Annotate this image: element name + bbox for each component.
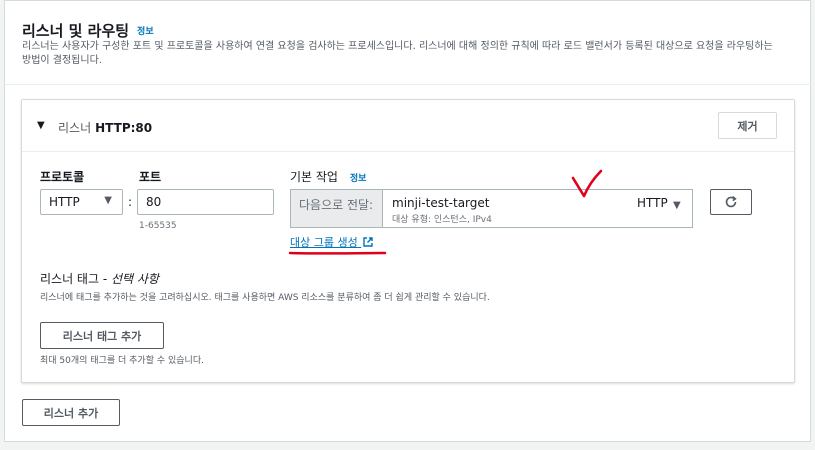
section-header: 리스너 및 라우팅 정보 리스너는 사용자가 구성한 포트 및 프로토콜을 사용하… — [4, 0, 811, 85]
section-description: 리스너는 사용자가 구성한 포트 및 프로토콜을 사용하여 연결 요청을 검사하… — [22, 41, 773, 66]
port-input[interactable]: 80 — [137, 189, 274, 215]
caret-down-icon: ▼ — [673, 200, 681, 211]
protocol-select[interactable]: HTTP ▼ — [40, 189, 123, 215]
protocol-value: HTTP — [49, 195, 80, 209]
target-group-select[interactable]: minji-test-target 대상 유형: 인스턴스, IPv4 HTTP… — [382, 189, 693, 228]
section-title-text: 리스너 및 라우팅 — [22, 22, 130, 40]
create-target-group-text: 대상 그룹 생성 — [290, 236, 358, 249]
listener-label: 리스너 — [58, 121, 92, 135]
tags-title-text: 리스너 태그 - — [40, 272, 111, 286]
info-link[interactable]: 정보 — [137, 27, 154, 37]
target-sub: 대상 유형: 인스턴스, IPv4 — [392, 215, 492, 225]
tags-optional: 선택 사항 — [110, 272, 159, 286]
listener-card-header: ▼ 리스너 HTTP:80 제거 — [22, 100, 794, 152]
add-listener-tag-button[interactable]: 리스너 태그 추가 — [40, 322, 164, 349]
remove-button[interactable]: 제거 — [718, 112, 777, 139]
refresh-button[interactable] — [710, 189, 752, 215]
target-name: minji-test-target — [392, 196, 490, 210]
tag-limit-hint: 최대 50개의 태그를 더 추가할 수 있습니다. — [40, 356, 204, 366]
listener-card: ▼ 리스너 HTTP:80 제거 프로토콜 HTTP ▼ : 포트 80 1-65… — [21, 99, 795, 383]
protocol-label: 프로토콜 — [40, 170, 85, 184]
caret-down-icon[interactable]: ▼ — [37, 120, 45, 131]
default-action-text: 기본 작업 — [290, 170, 338, 184]
default-action-info[interactable]: 정보 — [350, 174, 367, 184]
annotation-underline — [288, 251, 387, 255]
forward-prefix: 다음으로 전달: — [290, 189, 382, 228]
section-title: 리스너 및 라우팅 정보 — [22, 20, 154, 41]
external-link-icon — [363, 237, 373, 247]
port-hint: 1-65535 — [139, 221, 177, 231]
listener-tags-title: 리스너 태그 - 선택 사항 — [40, 270, 159, 287]
colon-separator: : — [128, 195, 133, 209]
caret-down-icon: ▼ — [104, 195, 112, 206]
annotation-checkmark — [571, 169, 603, 198]
listener-title[interactable]: 리스너 HTTP:80 — [58, 119, 152, 136]
refresh-icon — [725, 195, 737, 208]
listener-name: HTTP:80 — [95, 121, 153, 135]
add-listener-button[interactable]: 리스너 추가 — [22, 399, 120, 426]
create-target-group-link[interactable]: 대상 그룹 생성 — [290, 234, 373, 250]
target-protocol: HTTP — [637, 196, 668, 210]
default-action-label: 기본 작업 정보 — [290, 168, 366, 185]
listener-tags-description: 리스너에 태그를 추가하는 것을 고려하십시오. 태그를 사용하면 AWS 리소… — [40, 293, 490, 303]
port-value: 80 — [146, 195, 162, 209]
port-label: 포트 — [139, 170, 162, 184]
